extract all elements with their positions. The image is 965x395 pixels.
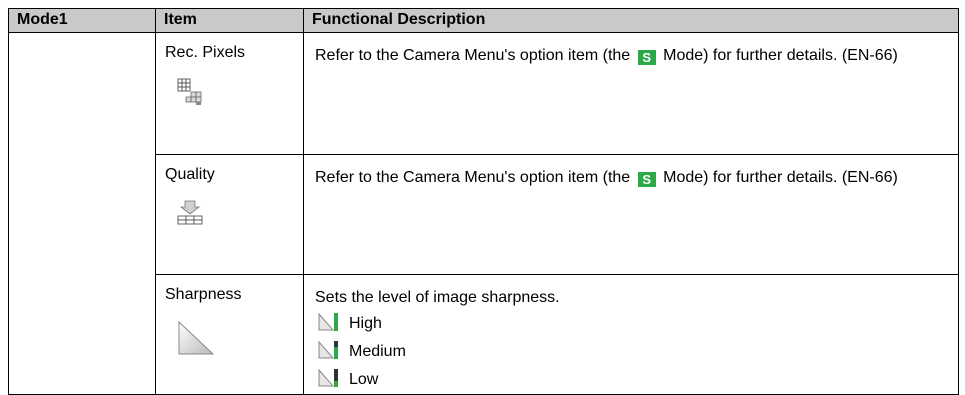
item-name: Quality — [165, 166, 215, 183]
s-mode-icon: S — [637, 172, 656, 187]
quality-icon — [177, 200, 303, 231]
s-mode-icon: S — [637, 50, 656, 65]
sharpness-icon — [177, 320, 303, 361]
desc-before: Refer to the Camera Menu's option item (… — [315, 169, 631, 186]
description-text: Refer to the Camera Menu's option item (… — [304, 155, 958, 190]
table-row: Rec. Pixels Refer to the Camera Menu's o… — [8, 32, 959, 395]
rec-pixels-icon — [177, 78, 303, 111]
item-cell: Sharpness — [155, 274, 304, 395]
description-cell: Sets the level of image sharpness. High … — [303, 274, 959, 395]
level-label: High — [349, 315, 382, 332]
header-mode: Mode1 — [8, 8, 156, 33]
header-item: Item — [155, 8, 304, 33]
sharpness-description: Sets the level of image sharpness. — [315, 289, 560, 306]
mode-cell — [8, 32, 156, 395]
sharpness-low-icon — [318, 368, 340, 393]
header-row: Mode1 Item Functional Description — [8, 8, 959, 33]
item-name: Sharpness — [165, 286, 242, 303]
desc-after: Mode) for further details. (EN-66) — [663, 47, 898, 64]
level-label: Low — [349, 371, 379, 388]
description-text: Refer to the Camera Menu's option item (… — [304, 33, 958, 68]
sharpness-level-medium: Medium — [304, 338, 958, 366]
desc-before: Refer to the Camera Menu's option item (… — [315, 47, 631, 64]
level-label: Medium — [349, 343, 406, 360]
description-cell: Refer to the Camera Menu's option item (… — [303, 154, 959, 275]
header-description: Functional Description — [303, 8, 959, 33]
sharpness-level-high: High — [304, 310, 958, 338]
functions-table: Mode1 Item Functional Description Rec. P… — [8, 8, 959, 395]
description-cell: Refer to the Camera Menu's option item (… — [303, 32, 959, 155]
sharpness-medium-icon — [318, 340, 340, 365]
sharpness-high-icon — [318, 312, 340, 337]
sharpness-level-low: Low — [304, 366, 958, 394]
desc-after: Mode) for further details. (EN-66) — [663, 169, 898, 186]
item-cell: Rec. Pixels — [155, 32, 304, 155]
item-name: Rec. Pixels — [165, 44, 246, 61]
item-cell: Quality — [155, 154, 304, 275]
